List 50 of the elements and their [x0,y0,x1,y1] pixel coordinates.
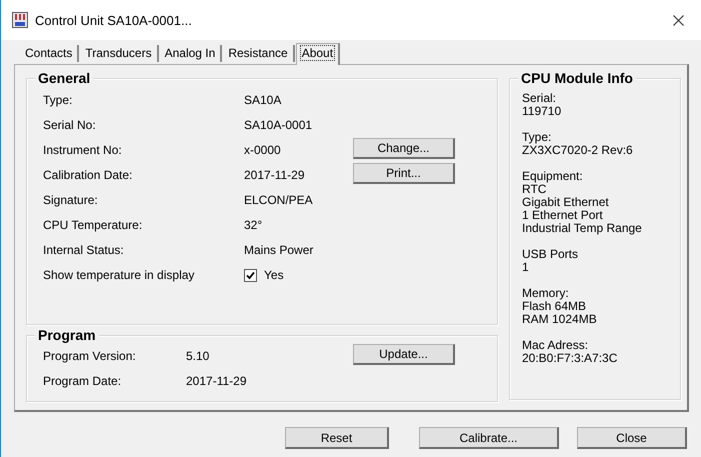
tab[interactable]: Contacts [20,45,80,62]
field-value: SA10A-0001 [244,118,314,132]
action-button[interactable]: Change... [353,138,455,159]
info-value: RTC [522,183,546,196]
field-label: Internal Status: [43,243,125,257]
info-value: ZX3XC7020-2 Rev:6 [522,144,634,157]
action-button[interactable]: Reset [285,427,389,449]
app-icon [12,12,28,28]
info-value: RAM 1024MB [522,313,598,326]
info-heading: Memory: [522,287,570,300]
field-label: Calibration Date: [43,168,134,182]
field-label: Signature: [43,193,99,207]
field-label: Serial No: [43,118,97,132]
info-heading: Mac Adress: [522,339,590,352]
field-label: CPU Temperature: [43,218,144,232]
tab[interactable]: Transducers [80,45,159,62]
field-value: 5.10 [186,349,210,363]
info-heading: Type: [522,131,552,144]
tab[interactable]: About [296,43,340,65]
field-label: Show temperature in display [43,268,196,282]
info-value: 119710 [522,105,562,118]
info-value: Flash 64MB [522,300,588,313]
field-label: Program Date: [43,374,122,388]
action-button[interactable]: Close [577,427,687,449]
field-label: Instrument No: [43,143,123,157]
info-heading: Serial: [522,92,558,105]
field-value: SA10A [244,93,282,107]
info-value: 20:B0:F7:3:A7:3C [522,352,618,365]
info-heading: USB Ports [522,248,580,261]
tab[interactable]: Analog In [160,45,222,62]
field-value: x-0000 [244,143,282,157]
info-heading: Equipment: [522,170,584,183]
field-value: 2017-11-29 [244,168,306,182]
field-label: Type: [43,93,74,107]
info-value: 1 [522,261,530,274]
field-value: ELCON/PEA [244,193,314,207]
field-value: 2017-11-29 [186,374,248,388]
action-button[interactable]: Update... [353,344,455,365]
info-value: Industrial Temp Range [522,222,643,235]
close-icon[interactable] [672,14,684,26]
info-value: 1 Ethernet Port [522,209,604,222]
window-title: Control Unit SA10A-0001... [35,12,192,28]
action-button[interactable]: Calibrate... [419,427,559,449]
field-label: Program Version: [43,349,137,363]
action-button[interactable]: Print... [353,163,455,184]
field-value: Mains Power [244,243,314,257]
info-value: Gigabit Ethernet [522,196,610,209]
checkbox[interactable] [244,268,257,282]
checkbox-label: Yes [264,268,284,282]
field-value: 32° [244,218,264,232]
